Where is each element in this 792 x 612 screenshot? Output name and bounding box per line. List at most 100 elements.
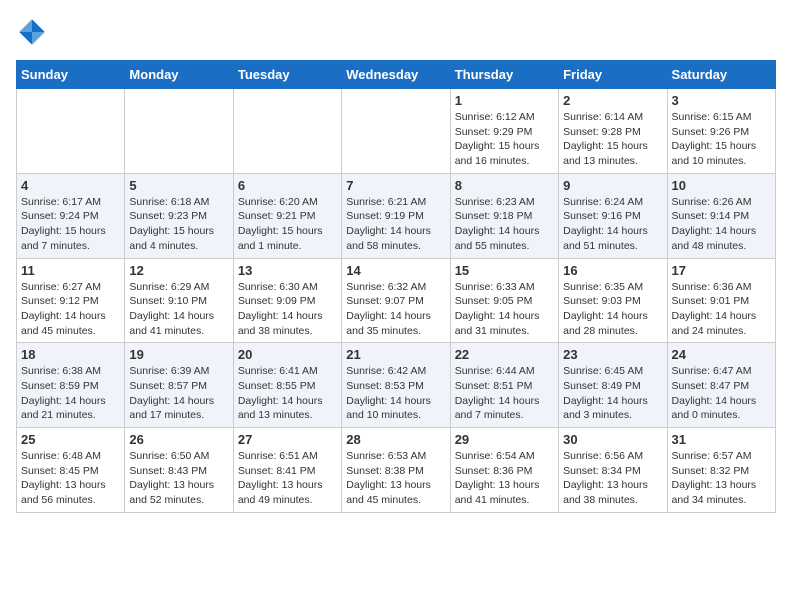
day-number: 28 [346,432,445,447]
day-number: 25 [21,432,120,447]
calendar-cell [342,89,450,174]
weekday-header-saturday: Saturday [667,61,775,89]
day-number: 7 [346,178,445,193]
calendar-cell: 14 Sunrise: 6:32 AM Sunset: 9:07 PM Dayli… [342,258,450,343]
calendar-cell: 21 Sunrise: 6:42 AM Sunset: 8:53 PM Dayli… [342,343,450,428]
calendar-cell: 23Sunrise: 6:45 AM Sunset: 8:49 PM Dayli… [559,343,667,428]
day-info: Sunrise: 6:44 AM Sunset: 8:51 PM Dayligh… [455,364,554,423]
calendar-cell: 22 Sunrise: 6:44 AM Sunset: 8:51 PM Dayli… [450,343,558,428]
day-number: 12 [129,263,228,278]
calendar-cell: 27 Sunrise: 6:51 AM Sunset: 8:41 PM Dayli… [233,428,341,513]
calendar-table: SundayMondayTuesdayWednesdayThursdayFrid… [16,60,776,513]
day-info: Sunrise: 6:27 AM Sunset: 9:12 PM Dayligh… [21,280,120,339]
day-info: Sunrise: 6:15 AM Sunset: 9:26 PM Dayligh… [672,110,771,169]
page-header [16,16,776,48]
day-info: Sunrise: 6:26 AM Sunset: 9:14 PM Dayligh… [672,195,771,254]
day-number: 17 [672,263,771,278]
day-info: Sunrise: 6:39 AM Sunset: 8:57 PM Dayligh… [129,364,228,423]
calendar-cell: 9 Sunrise: 6:24 AM Sunset: 9:16 PM Daylig… [559,173,667,258]
weekday-header-tuesday: Tuesday [233,61,341,89]
day-info: Sunrise: 6:29 AM Sunset: 9:10 PM Dayligh… [129,280,228,339]
day-number: 9 [563,178,662,193]
calendar-cell: 30Sunrise: 6:56 AM Sunset: 8:34 PM Dayli… [559,428,667,513]
weekday-header-friday: Friday [559,61,667,89]
day-info: Sunrise: 6:24 AM Sunset: 9:16 PM Dayligh… [563,195,662,254]
calendar-cell: 16Sunrise: 6:35 AM Sunset: 9:03 PM Dayli… [559,258,667,343]
day-info: Sunrise: 6:33 AM Sunset: 9:05 PM Dayligh… [455,280,554,339]
calendar-cell: 24 Sunrise: 6:47 AM Sunset: 8:47 PM Dayli… [667,343,775,428]
day-number: 6 [238,178,337,193]
day-info: Sunrise: 6:38 AM Sunset: 8:59 PM Dayligh… [21,364,120,423]
day-number: 3 [672,93,771,108]
day-info: Sunrise: 6:14 AM Sunset: 9:28 PM Dayligh… [563,110,662,169]
day-number: 20 [238,347,337,362]
day-info: Sunrise: 6:30 AM Sunset: 9:09 PM Dayligh… [238,280,337,339]
weekday-header-monday: Monday [125,61,233,89]
calendar-cell: 13 Sunrise: 6:30 AM Sunset: 9:09 PM Dayli… [233,258,341,343]
calendar-cell: 29 Sunrise: 6:54 AM Sunset: 8:36 PM Dayli… [450,428,558,513]
calendar-cell: 1 Sunrise: 6:12 AM Sunset: 9:29 PM Daylig… [450,89,558,174]
day-number: 5 [129,178,228,193]
day-info: Sunrise: 6:36 AM Sunset: 9:01 PM Dayligh… [672,280,771,339]
day-info: Sunrise: 6:32 AM Sunset: 9:07 PM Dayligh… [346,280,445,339]
calendar-header-row: SundayMondayTuesdayWednesdayThursdayFrid… [17,61,776,89]
day-number: 16 [563,263,662,278]
day-info: Sunrise: 6:47 AM Sunset: 8:47 PM Dayligh… [672,364,771,423]
day-number: 31 [672,432,771,447]
logo [16,16,52,48]
calendar-cell: 19 Sunrise: 6:39 AM Sunset: 8:57 PM Dayli… [125,343,233,428]
calendar-cell: 12 Sunrise: 6:29 AM Sunset: 9:10 PM Dayli… [125,258,233,343]
day-info: Sunrise: 6:45 AM Sunset: 8:49 PM Dayligh… [563,364,662,423]
calendar-cell: 28 Sunrise: 6:53 AM Sunset: 8:38 PM Dayli… [342,428,450,513]
calendar-cell: 8Sunrise: 6:23 AM Sunset: 9:18 PM Daylig… [450,173,558,258]
day-info: Sunrise: 6:51 AM Sunset: 8:41 PM Dayligh… [238,449,337,508]
weekday-header-thursday: Thursday [450,61,558,89]
day-number: 21 [346,347,445,362]
day-info: Sunrise: 6:53 AM Sunset: 8:38 PM Dayligh… [346,449,445,508]
calendar-cell: 6 Sunrise: 6:20 AM Sunset: 9:21 PM Daylig… [233,173,341,258]
day-number: 30 [563,432,662,447]
day-info: Sunrise: 6:57 AM Sunset: 8:32 PM Dayligh… [672,449,771,508]
day-number: 11 [21,263,120,278]
day-info: Sunrise: 6:50 AM Sunset: 8:43 PM Dayligh… [129,449,228,508]
calendar-cell [17,89,125,174]
calendar-cell: 7Sunrise: 6:21 AM Sunset: 9:19 PM Daylig… [342,173,450,258]
day-info: Sunrise: 6:17 AM Sunset: 9:24 PM Dayligh… [21,195,120,254]
calendar-cell: 17 Sunrise: 6:36 AM Sunset: 9:01 PM Dayli… [667,258,775,343]
day-number: 14 [346,263,445,278]
calendar-cell: 5 Sunrise: 6:18 AM Sunset: 9:23 PM Daylig… [125,173,233,258]
calendar-week-3: 11 Sunrise: 6:27 AM Sunset: 9:12 PM Dayli… [17,258,776,343]
calendar-cell: 2Sunrise: 6:14 AM Sunset: 9:28 PM Daylig… [559,89,667,174]
day-number: 1 [455,93,554,108]
calendar-cell: 26Sunrise: 6:50 AM Sunset: 8:43 PM Dayli… [125,428,233,513]
day-number: 4 [21,178,120,193]
day-info: Sunrise: 6:41 AM Sunset: 8:55 PM Dayligh… [238,364,337,423]
day-number: 8 [455,178,554,193]
day-info: Sunrise: 6:18 AM Sunset: 9:23 PM Dayligh… [129,195,228,254]
calendar-cell [233,89,341,174]
day-info: Sunrise: 6:54 AM Sunset: 8:36 PM Dayligh… [455,449,554,508]
calendar-cell: 15 Sunrise: 6:33 AM Sunset: 9:05 PM Dayli… [450,258,558,343]
calendar-week-1: 1 Sunrise: 6:12 AM Sunset: 9:29 PM Daylig… [17,89,776,174]
day-info: Sunrise: 6:12 AM Sunset: 9:29 PM Dayligh… [455,110,554,169]
day-number: 10 [672,178,771,193]
weekday-header-wednesday: Wednesday [342,61,450,89]
day-info: Sunrise: 6:42 AM Sunset: 8:53 PM Dayligh… [346,364,445,423]
day-info: Sunrise: 6:48 AM Sunset: 8:45 PM Dayligh… [21,449,120,508]
calendar-week-2: 4 Sunrise: 6:17 AM Sunset: 9:24 PM Daylig… [17,173,776,258]
calendar-cell [125,89,233,174]
day-number: 24 [672,347,771,362]
day-number: 22 [455,347,554,362]
day-number: 27 [238,432,337,447]
calendar-cell: 4 Sunrise: 6:17 AM Sunset: 9:24 PM Daylig… [17,173,125,258]
logo-icon [16,16,48,48]
day-number: 19 [129,347,228,362]
day-number: 13 [238,263,337,278]
weekday-header-sunday: Sunday [17,61,125,89]
day-number: 29 [455,432,554,447]
calendar-cell: 20 Sunrise: 6:41 AM Sunset: 8:55 PM Dayli… [233,343,341,428]
calendar-week-4: 18Sunrise: 6:38 AM Sunset: 8:59 PM Dayli… [17,343,776,428]
day-info: Sunrise: 6:20 AM Sunset: 9:21 PM Dayligh… [238,195,337,254]
calendar-week-5: 25 Sunrise: 6:48 AM Sunset: 8:45 PM Dayli… [17,428,776,513]
day-number: 15 [455,263,554,278]
